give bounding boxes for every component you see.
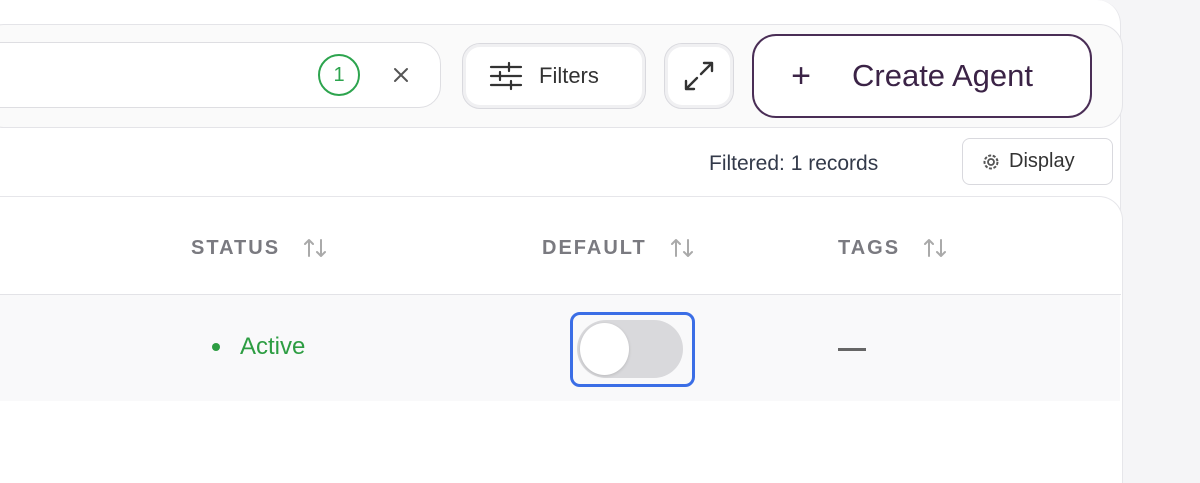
display-label: Display	[1009, 150, 1075, 172]
filters-label: Filters	[539, 63, 599, 88]
status-cell: Active	[212, 330, 305, 364]
toggle-knob	[580, 323, 629, 375]
create-agent-label: Create Agent	[852, 58, 1033, 93]
display-button[interactable]: Display	[962, 138, 1113, 185]
create-agent-button[interactable]: + Create Agent	[752, 34, 1092, 118]
tags-empty-dash	[838, 348, 866, 351]
gear-icon	[981, 152, 1001, 172]
column-header-status[interactable]: STATUS	[191, 232, 328, 264]
sort-icon[interactable]	[302, 236, 328, 260]
sort-icon[interactable]	[922, 236, 948, 260]
table-row[interactable]	[0, 295, 1120, 401]
column-header-label: TAGS	[838, 236, 901, 259]
column-header-tags[interactable]: TAGS	[838, 232, 948, 264]
expand-icon	[682, 59, 716, 93]
column-header-default[interactable]: DEFAULT	[542, 232, 695, 264]
close-icon	[392, 66, 410, 84]
search-input[interactable]	[0, 42, 441, 108]
expand-button[interactable]	[664, 43, 734, 109]
match-count-value: 1	[333, 63, 345, 86]
clear-search-button[interactable]	[386, 60, 416, 90]
match-count-badge: 1	[318, 54, 360, 96]
filters-button[interactable]: Filters	[462, 43, 646, 109]
plus-icon: +	[791, 57, 811, 95]
column-header-label: DEFAULT	[542, 236, 647, 259]
status-text: Active	[240, 333, 306, 360]
status-dot-icon	[212, 343, 220, 351]
default-toggle[interactable]	[577, 320, 683, 378]
sliders-icon	[489, 61, 523, 91]
sort-icon[interactable]	[669, 236, 695, 260]
filtered-count: Filtered: 1 records	[709, 152, 879, 175]
column-header-label: STATUS	[191, 236, 281, 259]
